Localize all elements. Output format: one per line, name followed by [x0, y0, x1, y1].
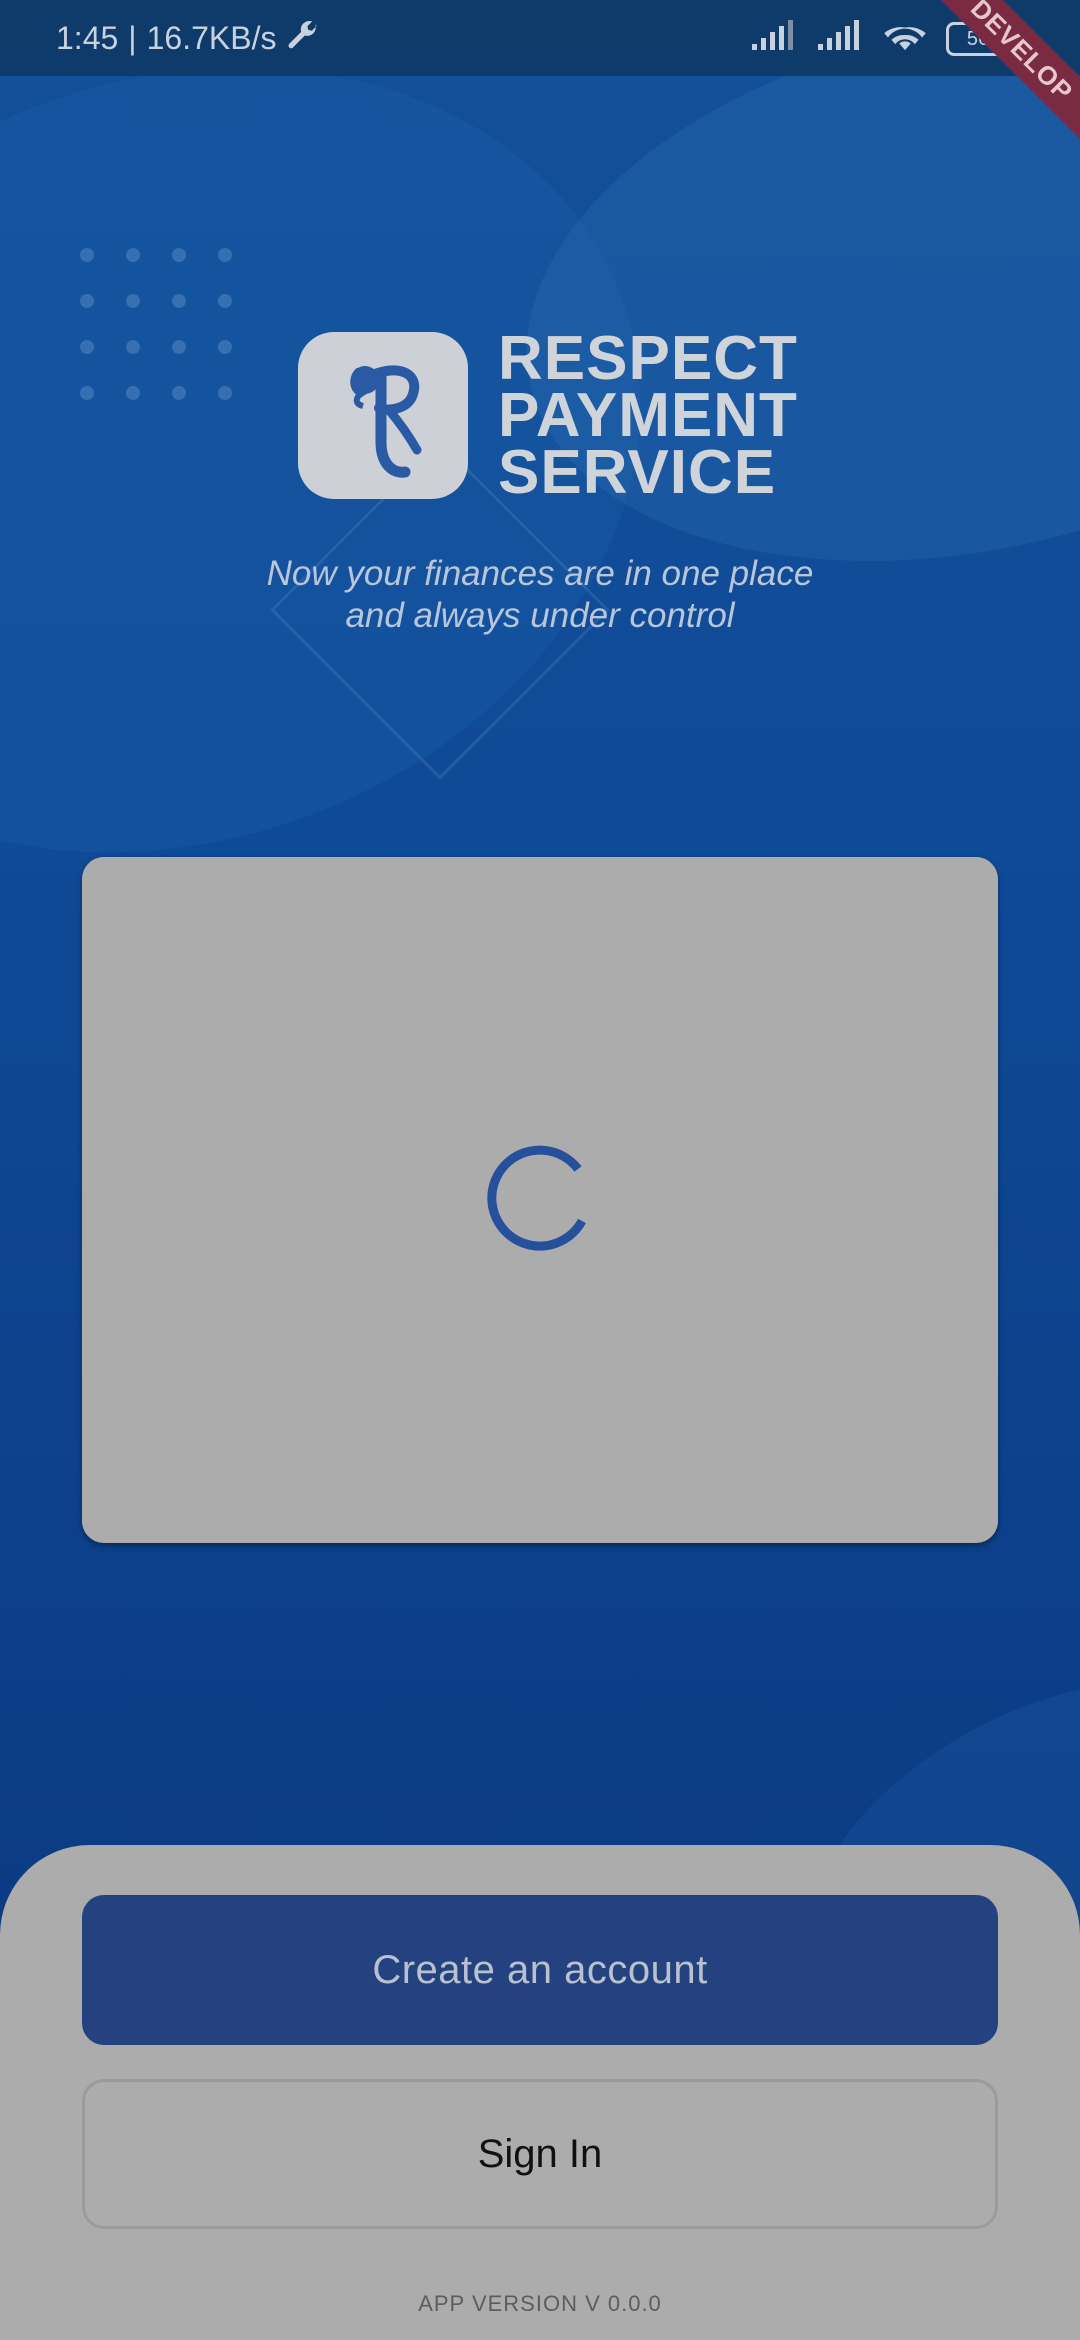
screen: 1:45 | 16.7KB/s 56 DEVELOP RESPECT PAYME…	[0, 0, 1080, 2340]
signal-icon	[816, 18, 864, 60]
app-version: APP VERSION V 0.0.0	[418, 2291, 662, 2316]
logo-mark-icon	[298, 332, 468, 499]
content-card	[82, 857, 998, 1543]
status-bar: 1:45 | 16.7KB/s 56	[0, 0, 1080, 76]
app-logo: RESPECT PAYMENT SERVICE	[298, 324, 798, 507]
tagline-line: Now your finances are in one place	[266, 554, 814, 593]
logo-wordmark: RESPECT PAYMENT SERVICE	[498, 324, 798, 507]
tagline-line: and always under control	[345, 596, 735, 635]
network-speed: 16.7KB/s	[146, 19, 277, 56]
create-account-button[interactable]: Create an account	[82, 1895, 998, 2045]
signal-icon	[750, 18, 798, 60]
status-time: 1:45	[56, 19, 119, 56]
logo-line: PAYMENT	[498, 381, 798, 450]
wifi-icon	[882, 18, 928, 60]
tagline: Now your finances are in one place and a…	[0, 553, 1080, 637]
logo-line: RESPECT	[498, 324, 798, 393]
logo-line: SERVICE	[498, 438, 777, 507]
status-separator: |	[128, 19, 137, 56]
wrench-icon	[286, 17, 320, 59]
loading-spinner-icon	[485, 1143, 595, 1258]
sign-in-button[interactable]: Sign In	[82, 2079, 998, 2229]
bottom-sheet: Create an account Sign In APP VERSION V …	[0, 1845, 1080, 2340]
background-dots	[80, 248, 240, 408]
